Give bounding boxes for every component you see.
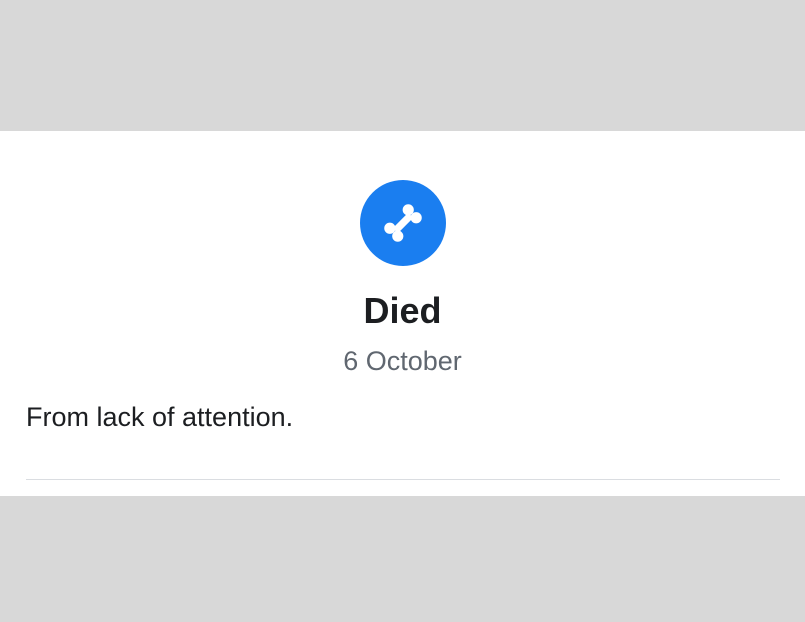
screen: Died 6 October From lack of attention.: [0, 0, 805, 622]
event-description: From lack of attention.: [26, 402, 294, 432]
bone-icon: [360, 180, 446, 266]
divider: [26, 479, 780, 480]
life-event-card: Died 6 October From lack of attention.: [0, 131, 805, 496]
event-date: 6 October: [343, 346, 462, 376]
event-title: Died: [363, 290, 442, 331]
